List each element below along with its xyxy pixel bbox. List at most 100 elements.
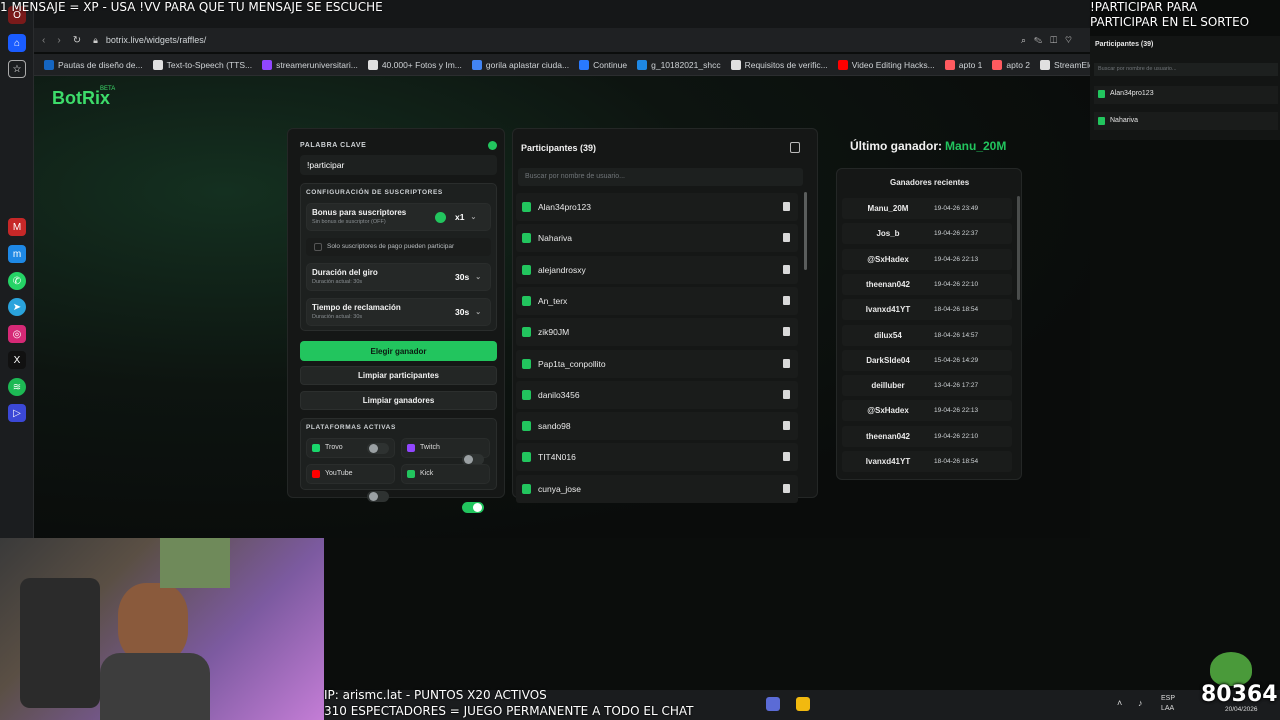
- trash-icon[interactable]: [783, 327, 790, 337]
- participant-row[interactable]: danilo3456: [516, 380, 798, 409]
- copy-icon[interactable]: [790, 142, 800, 153]
- telegram-icon[interactable]: ➤: [8, 298, 26, 316]
- claim-sub: Duración actual: 30s: [312, 314, 363, 320]
- bonus-select[interactable]: x1 ⌄: [455, 212, 476, 222]
- winner-date: 19-04-26 23:49: [934, 205, 979, 212]
- bookmark-item[interactable]: Requisitos de verific...: [730, 59, 828, 70]
- winner-name: deilluber: [871, 381, 905, 391]
- kick-icon: [407, 470, 415, 478]
- trovo-icon: [312, 444, 320, 452]
- x-icon[interactable]: X: [8, 351, 26, 369]
- tray-chevron-icon[interactable]: ˄: [1117, 698, 1122, 708]
- forward-icon[interactable]: ›: [57, 35, 60, 46]
- bookmark-item[interactable]: Video Editing Hacks...: [837, 59, 935, 70]
- pick-winner-button[interactable]: Elegir ganador: [300, 341, 497, 361]
- bookmark-label: apto 2: [1006, 59, 1031, 70]
- bookmark-item[interactable]: gorila aplastar ciuda...: [471, 59, 569, 70]
- winners-scrollbar[interactable]: [1017, 196, 1020, 300]
- last-winner-name: Manu_20M: [945, 139, 1007, 153]
- bookmark-item[interactable]: Continue: [579, 59, 628, 70]
- winner-row: @SxHadex 19-04-26 22:13: [842, 248, 1012, 270]
- clear-participants-button[interactable]: Limpiar participantes: [300, 366, 497, 385]
- spin-select[interactable]: 30s ⌄: [455, 272, 481, 282]
- bookmark-favicon-icon: [837, 59, 848, 70]
- side-search-input[interactable]: Buscar por nombre de usuario...: [1094, 63, 1278, 76]
- participant-name: danilo3456: [538, 389, 580, 400]
- messenger-icon[interactable]: m: [8, 245, 26, 263]
- taskbar-app-icon[interactable]: [766, 697, 780, 711]
- participant-row[interactable]: TIT4N016: [516, 443, 798, 472]
- bookmark-item[interactable]: StreamElements - st...: [1040, 59, 1090, 70]
- participant-row[interactable]: An_terx: [516, 286, 798, 315]
- overlay-bottom-line1: IP: arismc.lat - PUNTOS X20 ACTIVOS: [324, 688, 547, 702]
- trash-icon[interactable]: [783, 483, 790, 493]
- bookmark-favicon-icon: [471, 59, 482, 70]
- bookmark-label: Continue: [593, 59, 628, 70]
- kick-toggle[interactable]: [462, 502, 484, 513]
- trovo-toggle[interactable]: [367, 443, 389, 454]
- bookmark-label: 40.000+ Fotos y Im...: [381, 59, 462, 70]
- spotify-icon[interactable]: ≋: [8, 378, 26, 396]
- kick-icon: [522, 264, 531, 275]
- bookmark-item[interactable]: apto 1: [944, 59, 982, 70]
- trash-icon[interactable]: [783, 202, 790, 211]
- bookmark-item[interactable]: 40.000+ Fotos y Im...: [367, 59, 462, 70]
- trash-icon[interactable]: [783, 452, 790, 462]
- bookmark-favicon-icon: [579, 59, 590, 70]
- winner-row: theenan042 19-04-26 22:10: [842, 273, 1012, 295]
- taskbar-date[interactable]: 20/04/2026: [1225, 706, 1258, 713]
- trash-icon[interactable]: [783, 358, 790, 368]
- bookmark-label: g_10182021_shcc: [651, 59, 721, 70]
- trash-icon[interactable]: [783, 295, 790, 305]
- browser-actions-icons[interactable]: ⌕✎◫♡: [1021, 35, 1080, 46]
- taskbar-store-icon[interactable]: [796, 697, 810, 711]
- info-icon[interactable]: [488, 141, 497, 150]
- participant-row[interactable]: Pap1ta_conpollito: [516, 349, 798, 378]
- trash-icon[interactable]: [783, 389, 790, 399]
- subs-section-label: CONFIGURACIÓN DE SUSCRIPTORES: [306, 189, 443, 196]
- participant-row[interactable]: zik90JM: [516, 318, 798, 347]
- clear-winners-button[interactable]: Limpiar ganadores: [300, 391, 497, 410]
- bookmark-item[interactable]: g_10182021_shcc: [637, 59, 721, 70]
- spin-value: 30s: [455, 272, 470, 282]
- paid-only-checkbox[interactable]: [314, 243, 322, 251]
- language-line1[interactable]: ESP: [1161, 695, 1175, 702]
- participant-row[interactable]: sando98: [516, 412, 798, 441]
- participants-scrollbar[interactable]: [804, 192, 807, 270]
- url-text[interactable]: botrix.live/widgets/raffles/: [106, 35, 206, 45]
- participant-row[interactable]: Nahariva: [516, 224, 798, 253]
- participant-search-input[interactable]: Buscar por nombre de usuario...: [518, 168, 803, 186]
- shelf-decor: [160, 538, 230, 588]
- player-icon[interactable]: ▷: [8, 404, 26, 422]
- back-icon[interactable]: ‹: [42, 35, 45, 46]
- trash-icon[interactable]: [783, 421, 790, 431]
- participant-row[interactable]: alejandrosxy: [516, 255, 798, 284]
- participant-row[interactable]: cunya_jose: [516, 474, 798, 503]
- kick-icon: [522, 452, 531, 463]
- instagram-icon[interactable]: ◎: [8, 325, 26, 343]
- participant-row[interactable]: Alan34pro123: [516, 193, 798, 221]
- bookmark-item[interactable]: Pautas de diseño de...: [44, 59, 143, 70]
- claim-select[interactable]: 30s ⌄: [455, 307, 481, 317]
- address-bar[interactable]: ‹ › ↻ 🔒︎ botrix.live/widgets/raffles/ ⌕✎…: [34, 28, 1090, 52]
- language-line2[interactable]: LAA: [1161, 705, 1174, 712]
- whatsapp-icon[interactable]: ✆: [8, 272, 26, 290]
- bonus-title: Bonus para suscriptores: [312, 208, 407, 217]
- winner-name: @SxHadex: [867, 254, 909, 264]
- reload-icon[interactable]: ↻: [73, 35, 81, 46]
- home-icon[interactable]: ⌂: [8, 34, 26, 52]
- pepe-emote: [1210, 652, 1252, 686]
- bookmark-label: Requisitos de verific...: [744, 59, 828, 70]
- trash-icon[interactable]: [783, 233, 790, 243]
- bookmark-item[interactable]: Text-to-Speech (TTS...: [152, 59, 252, 70]
- keyword-input[interactable]: !participar: [300, 155, 497, 175]
- star-icon[interactable]: ☆: [8, 60, 26, 78]
- bookmark-item[interactable]: streameruniversitari...: [262, 59, 358, 70]
- youtube-toggle[interactable]: [367, 491, 389, 502]
- bonus-info-icon[interactable]: [435, 212, 446, 223]
- bookmark-item[interactable]: apto 2: [992, 59, 1031, 70]
- gmail-icon[interactable]: M: [8, 218, 26, 236]
- trash-icon[interactable]: [783, 264, 790, 274]
- bonus-sub: Sin bonus de suscriptor (OFF): [312, 219, 386, 225]
- microphone-icon[interactable]: ♪: [1138, 698, 1143, 708]
